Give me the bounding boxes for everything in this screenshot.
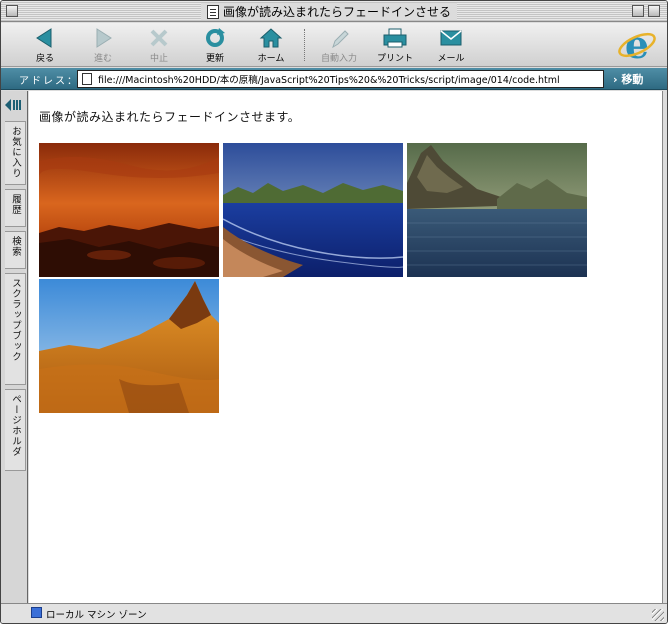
forward-label: 進む	[93, 54, 112, 64]
explorer-bar: お気に入り 履歴 検索 スクラップブック ページホルダ	[1, 91, 28, 603]
toolbar: 戻る 進む 中止 更新 ホーム 自動入力 プリント メール e	[1, 23, 667, 67]
ie-logo-icon[interactable]: e	[617, 25, 657, 65]
zoom-box[interactable]	[632, 5, 644, 17]
local-zone-icon	[31, 607, 42, 618]
print-button[interactable]: プリント	[367, 26, 423, 64]
status-bar: ローカル マシン ゾーン	[1, 603, 667, 623]
back-label: 戻る	[35, 54, 54, 64]
address-label: アドレス：	[19, 76, 79, 87]
tab-favorites[interactable]: お気に入り	[5, 121, 26, 185]
refresh-button[interactable]: 更新	[187, 26, 243, 64]
collapse-box[interactable]	[648, 5, 660, 17]
tab-favorites-label: お気に入り	[10, 126, 21, 179]
refresh-label: 更新	[205, 54, 224, 64]
autofill-pen-icon	[323, 26, 355, 49]
back-button[interactable]: 戻る	[17, 26, 73, 64]
home-icon	[255, 26, 287, 49]
photo-sunset-image	[39, 143, 219, 277]
toolbar-separator	[304, 29, 305, 61]
window-title: 画像が読み込まれたらフェードインさせる	[201, 3, 458, 20]
photo-mountain-sea-image	[407, 143, 587, 277]
resize-grip-icon[interactable]	[652, 609, 664, 621]
go-label: 移動	[621, 73, 644, 86]
svg-text:e: e	[625, 25, 649, 65]
tab-search[interactable]: 検索	[5, 231, 26, 269]
tab-history-label: 履歴	[10, 194, 21, 215]
autofill-label: 自動入力	[320, 54, 357, 64]
print-label: プリント	[376, 54, 413, 64]
explorer-toggle-icon[interactable]	[5, 99, 23, 111]
tab-page-holder[interactable]: ページホルダ	[5, 389, 26, 471]
security-zone-text: ローカル マシン ゾーン	[46, 610, 147, 621]
mail-label: メール	[437, 54, 465, 64]
page-content: 画像が読み込まれたらフェードインさせます。	[29, 91, 663, 603]
address-bar: アドレス： file:///Macintosh%20HDD/本の原稿/JavaS…	[1, 68, 667, 90]
close-box[interactable]	[6, 5, 18, 17]
photo-desert-peak-image	[39, 279, 219, 413]
refresh-icon	[199, 26, 231, 49]
home-label: ホーム	[257, 54, 285, 64]
mail-button[interactable]: メール	[423, 26, 479, 64]
stop-label: 中止	[149, 54, 168, 64]
photo-bay-image	[223, 143, 403, 277]
go-button[interactable]: › 移動	[613, 71, 643, 87]
document-icon	[207, 4, 219, 19]
forward-arrow-icon	[87, 26, 119, 49]
stop-button[interactable]: 中止	[131, 26, 187, 64]
printer-icon	[379, 26, 411, 49]
page-heading: 画像が読み込まれたらフェードインさせます。	[39, 110, 301, 124]
tab-history[interactable]: 履歴	[5, 189, 26, 227]
browser-window: 画像が読み込まれたらフェードインさせる 戻る 進む 中止 更新 ホーム 自動入力…	[0, 0, 668, 624]
autofill-button[interactable]: 自動入力	[311, 26, 367, 64]
address-url[interactable]: file:///Macintosh%20HDD/本の原稿/JavaScript%…	[98, 72, 560, 86]
forward-button[interactable]: 進む	[75, 26, 131, 64]
tab-page-holder-label: ページホルダ	[10, 394, 21, 457]
tab-scrapbook-label: スクラップブック	[10, 278, 21, 362]
home-button[interactable]: ホーム	[243, 26, 299, 64]
tab-scrapbook[interactable]: スクラップブック	[5, 273, 26, 385]
go-arrow-icon: ›	[613, 73, 618, 86]
stop-x-icon	[143, 26, 175, 49]
page-icon	[82, 73, 92, 85]
tab-search-label: 検索	[10, 236, 21, 257]
title-bar[interactable]: 画像が読み込まれたらフェードインさせる	[1, 1, 667, 22]
address-field[interactable]: file:///Macintosh%20HDD/本の原稿/JavaScript%…	[77, 70, 604, 88]
mail-envelope-icon	[435, 26, 467, 49]
window-title-text: 画像が読み込まれたらフェードインさせる	[223, 5, 452, 19]
back-arrow-icon	[29, 26, 61, 49]
